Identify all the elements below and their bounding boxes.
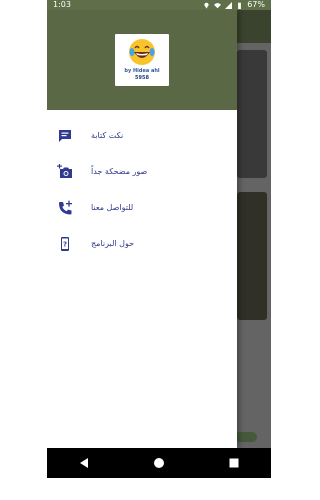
menu-item-label: صور مضحكة جداً xyxy=(91,167,148,176)
signal-icon xyxy=(225,1,233,9)
laughing-emoji-icon xyxy=(129,39,155,65)
menu-item-label: نكت كتابة xyxy=(91,131,124,140)
location-icon xyxy=(204,2,209,9)
wifi-icon xyxy=(214,2,222,8)
status-icons: 67% xyxy=(203,0,265,10)
menu-item-label: حول البرنامج xyxy=(91,239,135,248)
add-call-icon xyxy=(59,200,72,215)
menu-item-about[interactable]: ? حول البرنامج xyxy=(47,228,237,264)
back-button[interactable] xyxy=(74,453,94,473)
recents-button[interactable] xyxy=(224,453,244,473)
logo-text-line1: by Hidea ahl xyxy=(124,68,160,74)
menu-item-funny-photos[interactable]: صور مضحكة جداً xyxy=(47,156,237,192)
menu-item-label: للتواصل معنا xyxy=(91,203,134,212)
drawer-header: by Hidea ahl 5958 xyxy=(47,10,237,110)
menu-item-text-jokes[interactable]: نكت كتابة xyxy=(47,120,237,156)
message-icon xyxy=(59,130,71,142)
back-icon xyxy=(80,458,89,468)
device-screen: 1:03 67% by Hidea ahl 5958 نكت كتابة صور… xyxy=(47,0,271,478)
recents-icon xyxy=(229,458,239,468)
menu-item-contact-us[interactable]: للتواصل معنا xyxy=(47,192,237,228)
help-phone-icon: ? xyxy=(61,237,69,251)
drawer-menu: نكت كتابة صور مضحكة جداً للتواصل معنا ? … xyxy=(47,120,237,264)
navigation-drawer: by Hidea ahl 5958 نكت كتابة صور مضحكة جد… xyxy=(47,10,237,448)
status-battery: 67% xyxy=(247,0,265,9)
status-bar: 1:03 67% xyxy=(47,0,271,10)
home-button[interactable] xyxy=(149,453,169,473)
svg-text:?: ? xyxy=(63,241,67,249)
system-navigation-bar xyxy=(47,448,271,478)
add-photo-icon xyxy=(57,164,72,178)
app-logo: by Hidea ahl 5958 xyxy=(115,34,169,86)
home-icon xyxy=(153,458,164,468)
logo-text-line2: 5958 xyxy=(135,75,149,81)
battery-icon xyxy=(238,2,242,9)
status-time: 1:03 xyxy=(53,0,71,9)
